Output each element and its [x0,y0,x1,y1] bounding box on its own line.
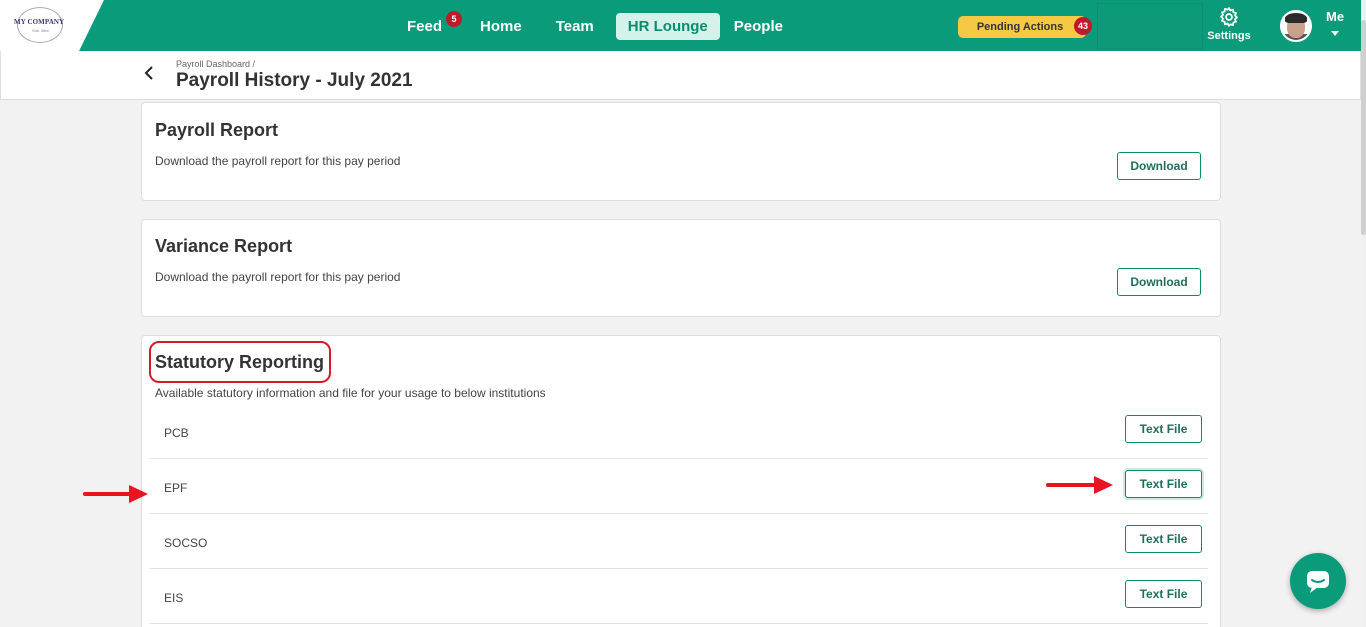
statutory-reporting-description: Available statutory information and file… [155,386,546,400]
settings-button[interactable]: Settings [1205,6,1253,42]
text-file-arrow-annotation-icon [1046,476,1113,494]
pending-actions-label: Pending Actions [976,21,1064,33]
payroll-report-download-button[interactable]: Download [1117,152,1201,180]
statutory-row-socso: SOCSO Text File [150,514,1208,569]
eis-text-file-button[interactable]: Text File [1125,580,1202,608]
avatar-hair [1285,13,1307,23]
statutory-row-label: SOCSO [164,536,208,550]
gear-icon [1219,6,1239,28]
user-menu-label[interactable]: Me [1326,9,1344,24]
settings-label: Settings [1207,30,1251,42]
statutory-row-label: EIS [164,591,184,605]
pending-actions-button[interactable]: Pending Actions 43 [958,16,1092,38]
header-placeholder-box [1097,3,1203,49]
scrollbar-thumb[interactable] [1361,20,1366,235]
pcb-text-file-button[interactable]: Text File [1125,415,1202,443]
main-nav: Feed 5 Home Team HR Lounge People [395,11,795,40]
nav-feed-label: Feed [407,18,443,35]
back-arrow-icon[interactable] [141,63,157,83]
statutory-row-eis: EIS Text File [150,569,1208,624]
variance-report-card: Variance Report Download the payroll rep… [141,219,1221,317]
page-scrollbar[interactable] [1361,0,1366,627]
epf-text-file-button[interactable]: Text File [1125,470,1202,498]
statutory-row-label: EPF [164,481,188,495]
nav-team[interactable]: Team [544,13,606,40]
nav-feed[interactable]: Feed 5 [395,11,463,40]
payroll-report-card: Payroll Report Download the payroll repo… [141,102,1221,201]
payroll-report-description: Download the payroll report for this pay… [155,154,401,168]
page-title: Payroll History - July 2021 [176,70,413,91]
page-header: Payroll Dashboard / Payroll History - Ju… [0,51,1361,100]
chevron-down-icon[interactable] [1331,31,1339,36]
statutory-row-pcb: PCB Text File [150,404,1208,459]
variance-report-description: Download the payroll report for this pay… [155,270,401,284]
top-navigation-bar: MY COMPANY Sdn. Bhd. Feed 5 Home Team HR… [0,0,1366,51]
chat-bubble-icon [1307,571,1329,593]
statutory-row-label: PCB [164,426,189,440]
company-logo[interactable]: MY COMPANY Sdn. Bhd. [0,0,104,51]
nav-hr-lounge[interactable]: HR Lounge [615,13,720,40]
feed-notification-badge: 5 [446,11,463,27]
pending-actions-badge: 43 [1074,17,1092,35]
logo-subtext: Sdn. Bhd. [32,28,50,33]
user-avatar[interactable] [1280,10,1312,42]
nav-home[interactable]: Home [468,13,534,40]
payroll-report-title: Payroll Report [155,120,279,140]
nav-people[interactable]: People [722,13,795,40]
breadcrumb[interactable]: Payroll Dashboard / [176,59,255,69]
epf-arrow-annotation-icon [83,485,148,503]
variance-report-download-button[interactable]: Download [1117,268,1201,296]
statutory-highlight-annotation [149,341,331,383]
logo-text: MY COMPANY [14,18,65,26]
chat-support-button[interactable] [1290,553,1346,609]
variance-report-title: Variance Report [155,236,293,256]
socso-text-file-button[interactable]: Text File [1125,525,1202,553]
